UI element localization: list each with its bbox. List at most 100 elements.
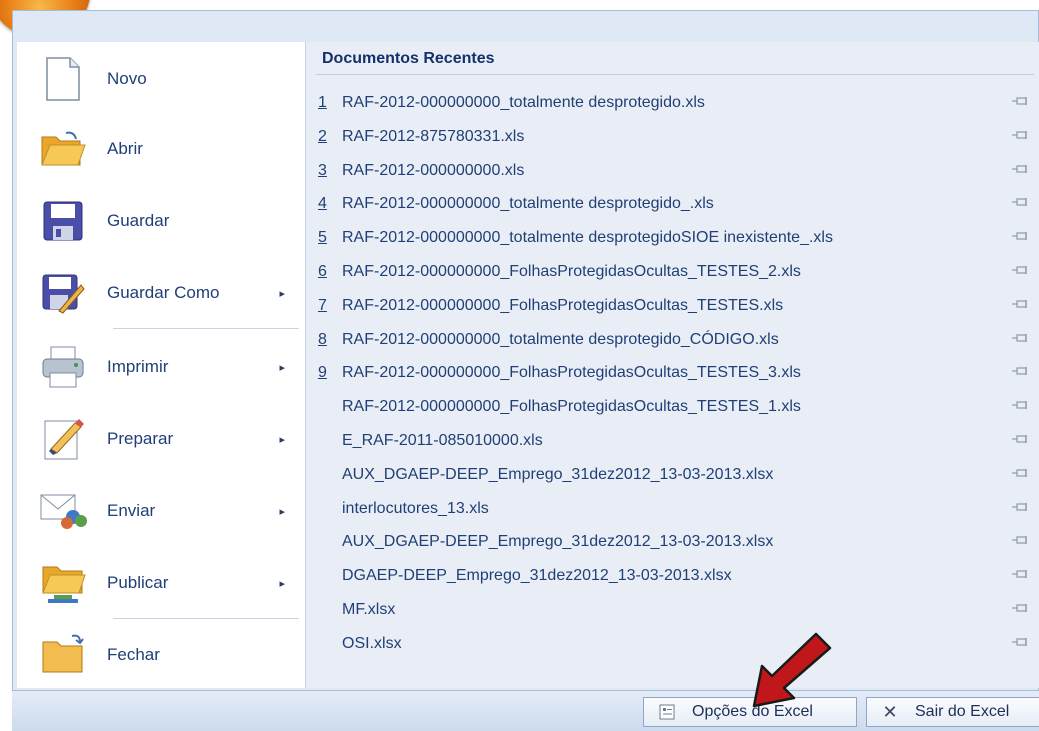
menu-item-guardar[interactable]: Guardar xyxy=(17,186,305,256)
pin-icon[interactable] xyxy=(1012,603,1030,613)
pin-icon[interactable] xyxy=(1012,502,1030,512)
submenu-arrow-icon: ▸ xyxy=(279,505,285,518)
recent-file-number: 7 xyxy=(318,296,327,314)
menu-item-label: Novo xyxy=(107,69,147,88)
recent-file-name: RAF-2012-000000000_totalmente desprotegi… xyxy=(342,195,714,213)
recent-file-name: RAF-2012-000000000_totalmente desprotegi… xyxy=(342,94,705,111)
red-arrow-annotation xyxy=(752,632,832,708)
menu-item-label: Guardar Como xyxy=(107,283,220,302)
recent-file-item[interactable]: 5 RAF-2012-000000000_totalmente desproteg… xyxy=(318,223,1032,253)
recent-file-number: 2 xyxy=(318,127,327,145)
send-icon xyxy=(39,487,87,535)
printer-icon xyxy=(39,343,87,391)
prepare-document-icon xyxy=(39,415,87,463)
recent-file-name: RAF-2012-000000000.xls xyxy=(342,161,525,179)
recent-file-number: 9 xyxy=(318,364,327,382)
submenu-arrow-icon: ▸ xyxy=(279,577,285,590)
menu-item-label: Abrir xyxy=(107,139,143,158)
pin-icon[interactable] xyxy=(1012,164,1030,174)
recent-file-name: RAF-2012-875780331.xls xyxy=(342,127,525,145)
open-folder-icon xyxy=(39,125,87,173)
menu-item-enviar[interactable]: Enviar ▸ xyxy=(17,476,305,546)
new-document-icon xyxy=(39,55,87,103)
menu-divider xyxy=(113,618,299,619)
recent-documents-title: Documentos Recentes xyxy=(322,50,495,67)
menu-divider xyxy=(113,328,299,329)
recent-file-name: RAF-2012-000000000_FolhasProtegidasOcult… xyxy=(342,263,801,280)
recent-file-name: E_RAF-2011-085010000.xls xyxy=(342,432,543,449)
save-disk-icon xyxy=(39,197,87,245)
recent-file-number: 4 xyxy=(318,195,327,213)
menu-item-label: Publicar xyxy=(107,573,169,592)
submenu-arrow-icon: ▸ xyxy=(279,433,285,446)
title-divider xyxy=(316,74,1034,75)
recent-file-item[interactable]: RAF-2012-000000000_FolhasProtegidasOcult… xyxy=(318,392,1032,422)
pin-icon[interactable] xyxy=(1012,569,1030,579)
recent-file-name: AUX_DGAEP-DEEP_Emprego_31dez2012_13-03-2… xyxy=(342,465,774,483)
submenu-arrow-icon: ▸ xyxy=(279,287,285,300)
menu-item-publicar[interactable]: Publicar ▸ xyxy=(17,548,305,618)
menu-item-label: Imprimir xyxy=(107,357,169,376)
recent-file-name: RAF-2012-000000000_FolhasProtegidasOcult… xyxy=(342,364,801,382)
pin-icon[interactable] xyxy=(1012,400,1030,410)
recent-file-item[interactable]: 3 RAF-2012-000000000.xls xyxy=(318,156,1032,186)
recent-file-item[interactable]: DGAEP-DEEP_Emprego_31dez2012_13-03-2013.… xyxy=(318,561,1032,591)
exit-excel-button[interactable]: ✕ Sair do Excel xyxy=(866,697,1039,727)
recent-file-name: MF.xlsx xyxy=(342,601,396,618)
pin-icon[interactable] xyxy=(1012,535,1030,545)
exit-excel-label: Sair do Excel xyxy=(915,703,1010,720)
recent-file-item[interactable]: OSI.xlsx xyxy=(318,629,1032,659)
recent-file-item[interactable]: 6 RAF-2012-000000000_FolhasProtegidasOcul… xyxy=(318,257,1032,287)
menu-item-guardar-como[interactable]: Guardar Como ▸ xyxy=(17,258,305,328)
recent-file-item[interactable]: E_RAF-2011-085010000.xls xyxy=(318,426,1032,456)
recent-file-number: 6 xyxy=(318,263,327,280)
pin-icon[interactable] xyxy=(1012,333,1030,343)
menu-item-abrir[interactable]: Abrir xyxy=(17,114,305,184)
recent-file-item[interactable]: AUX_DGAEP-DEEP_Emprego_31dez2012_13-03-2… xyxy=(318,527,1032,557)
menu-item-label: Enviar xyxy=(107,501,156,520)
recent-file-item[interactable]: 7 RAF-2012-000000000_FolhasProtegidasOcul… xyxy=(318,291,1032,321)
recent-file-item[interactable]: MF.xlsx xyxy=(318,595,1032,625)
pin-icon[interactable] xyxy=(1012,231,1030,241)
recent-file-item[interactable]: 9 RAF-2012-000000000_FolhasProtegidasOcul… xyxy=(318,358,1032,388)
left-menu-pane: Novo Abrir Guardar Guardar Como ▸ Imprim… xyxy=(17,42,306,688)
pin-icon[interactable] xyxy=(1012,96,1030,106)
recent-file-name: DGAEP-DEEP_Emprego_31dez2012_13-03-2013.… xyxy=(342,567,732,585)
recent-file-item[interactable]: interlocutores_13.xls xyxy=(318,494,1032,524)
recent-file-number: 3 xyxy=(318,161,327,179)
recent-file-number: 5 xyxy=(318,229,327,247)
menu-item-novo[interactable]: Novo xyxy=(17,44,305,114)
close-folder-icon xyxy=(39,631,87,679)
recent-file-item[interactable]: AUX_DGAEP-DEEP_Emprego_31dez2012_13-03-2… xyxy=(318,460,1032,490)
pin-icon[interactable] xyxy=(1012,637,1030,647)
pin-icon[interactable] xyxy=(1012,197,1030,207)
recent-file-item[interactable]: 8 RAF-2012-000000000_totalmente desproteg… xyxy=(318,325,1032,355)
pin-icon[interactable] xyxy=(1012,366,1030,376)
publish-folder-icon xyxy=(39,559,87,607)
recent-file-name: OSI.xlsx xyxy=(342,634,402,652)
submenu-arrow-icon: ▸ xyxy=(279,361,285,374)
menu-item-label: Guardar xyxy=(107,211,170,230)
recent-file-name: RAF-2012-000000000_FolhasProtegidasOcult… xyxy=(342,398,801,416)
recent-file-name: RAF-2012-000000000_totalmente desprotegi… xyxy=(342,330,779,348)
pin-icon[interactable] xyxy=(1012,130,1030,140)
menu-item-label: Fechar xyxy=(107,645,160,664)
menu-item-preparar[interactable]: Preparar ▸ xyxy=(17,404,305,474)
close-icon: ✕ xyxy=(882,701,898,722)
options-icon xyxy=(656,703,678,721)
pin-icon[interactable] xyxy=(1012,299,1030,309)
pin-icon[interactable] xyxy=(1012,265,1030,275)
recent-file-name: AUX_DGAEP-DEEP_Emprego_31dez2012_13-03-2… xyxy=(342,533,774,551)
recent-file-item[interactable]: 2 RAF-2012-875780331.xls xyxy=(318,122,1032,152)
menu-item-imprimir[interactable]: Imprimir ▸ xyxy=(17,332,305,402)
save-as-icon xyxy=(39,269,87,317)
recent-file-name: RAF-2012-000000000_totalmente desprotegi… xyxy=(342,229,833,247)
pin-icon[interactable] xyxy=(1012,434,1030,444)
menu-item-fechar[interactable]: Fechar xyxy=(17,620,305,690)
pin-icon[interactable] xyxy=(1012,468,1030,478)
recent-file-item[interactable]: 1 RAF-2012-000000000_totalmente desproteg… xyxy=(318,88,1032,118)
recent-file-number: 8 xyxy=(318,330,327,348)
menu-item-label: Preparar xyxy=(107,429,174,448)
recent-file-name: RAF-2012-000000000_FolhasProtegidasOcult… xyxy=(342,296,784,314)
recent-file-item[interactable]: 4 RAF-2012-000000000_totalmente desproteg… xyxy=(318,189,1032,219)
